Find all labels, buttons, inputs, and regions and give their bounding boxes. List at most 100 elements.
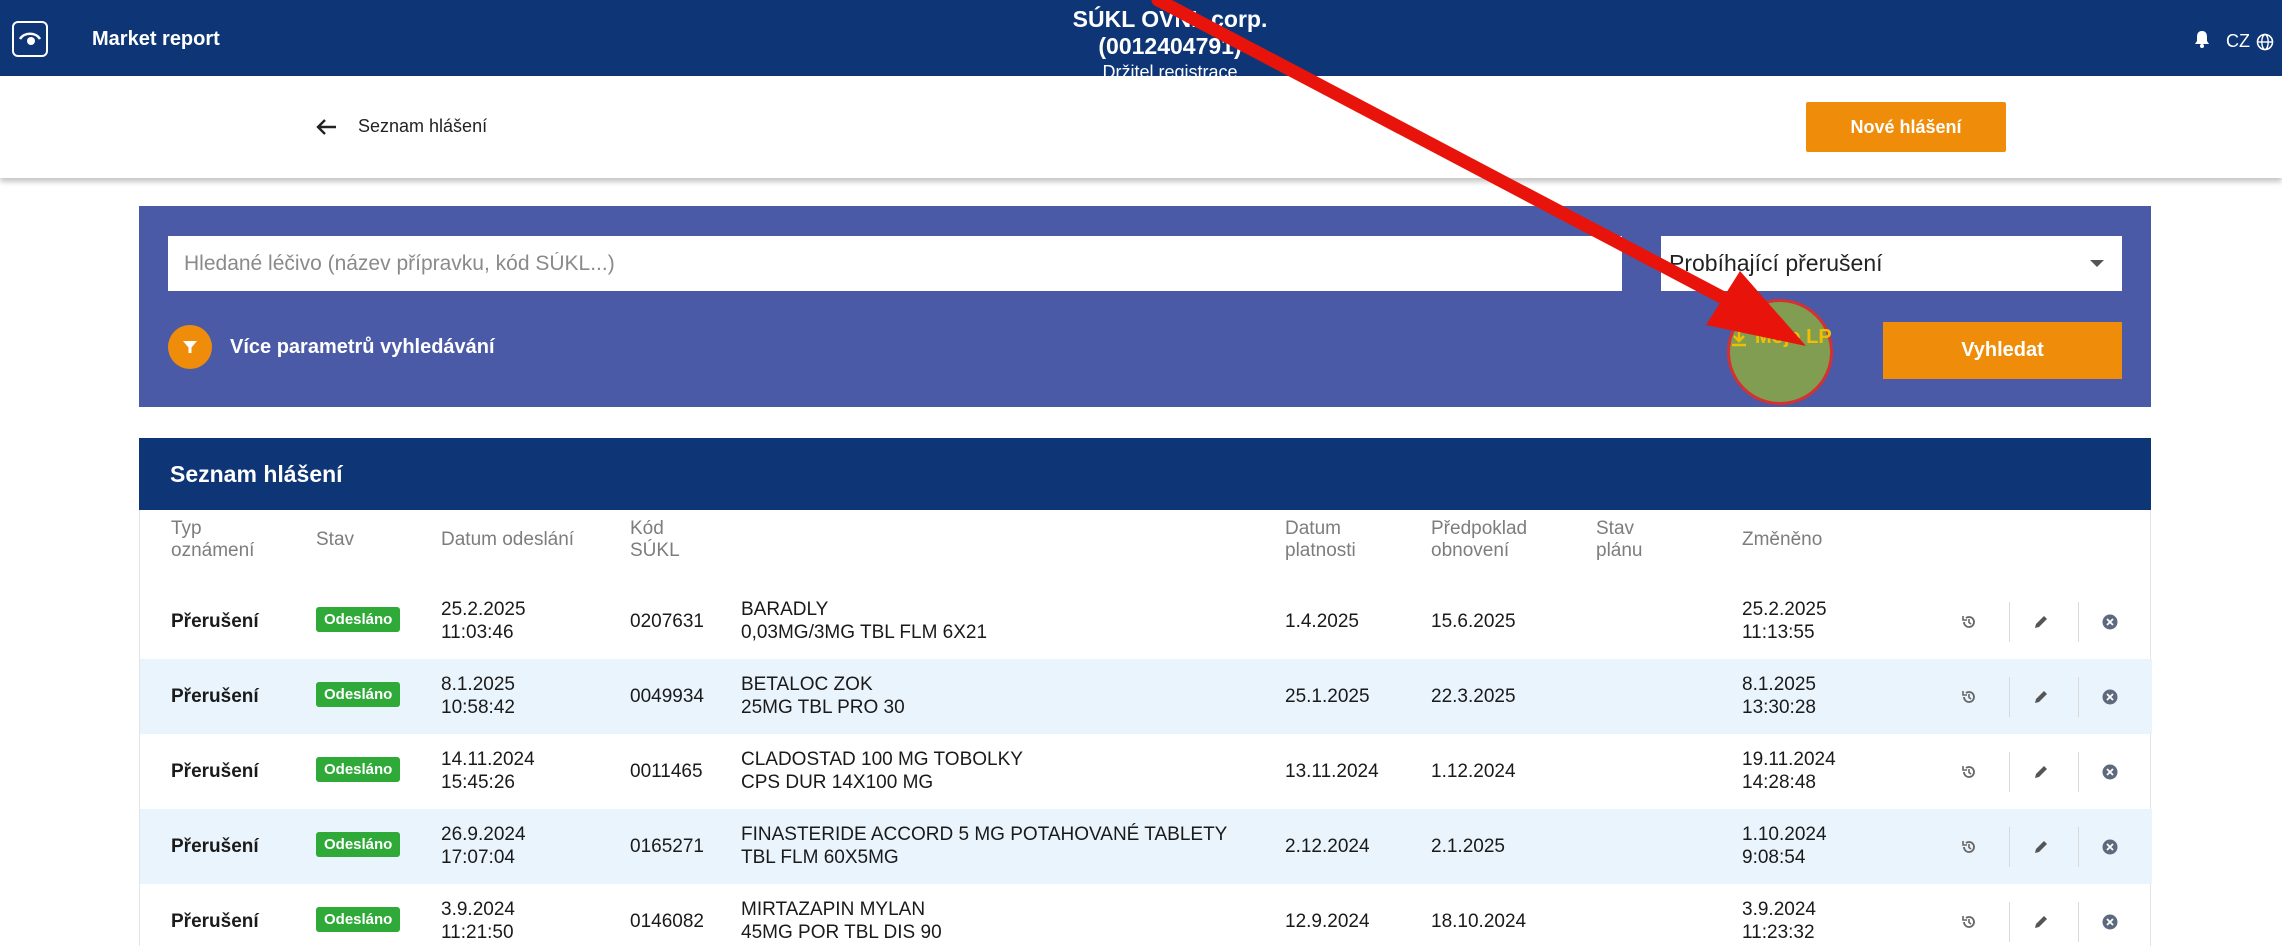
cell-changed: 8.1.2025 13:30:28 — [1742, 674, 1816, 718]
cell-code: 0207631 — [630, 611, 704, 632]
table-row[interactable]: Přerušení Odesláno 14.11.2024 15:45:26 00… — [140, 734, 2152, 809]
cell-medicine: BARADLY 0,03MG/3MG TBL FLM 6X21 — [741, 599, 988, 643]
cell-code: 0165271 — [630, 836, 704, 857]
cell-type: Přerušení — [171, 686, 259, 707]
pencil-icon[interactable] — [2030, 836, 2052, 858]
table-row[interactable]: Přerušení Odesláno 8.1.2025 10:58:42 0049… — [140, 659, 2152, 734]
cell-type: Přerušení — [171, 611, 259, 632]
status-badge: Odesláno — [316, 832, 401, 857]
column-header-valid-date[interactable]: Datum platnosti — [1285, 518, 1356, 562]
cell-changed: 25.2.2025 11:13:55 — [1742, 599, 1827, 643]
cell-valid: 25.1.2025 — [1285, 686, 1370, 707]
action-divider — [2078, 902, 2079, 942]
cell-renewal: 22.3.2025 — [1431, 686, 1516, 707]
status-badge: Odesláno — [316, 907, 401, 932]
organization-info: SÚKL OVNL corp. (0012404791) Držitel reg… — [1000, 6, 1340, 83]
globe-icon — [2256, 33, 2274, 50]
column-header-code[interactable]: Kód SÚKL — [630, 518, 680, 562]
cell-sent: 3.9.2024 11:21:50 — [441, 899, 515, 943]
cell-type: Přerušení — [171, 836, 259, 857]
history-icon[interactable] — [1958, 611, 1980, 633]
cell-sent: 14.11.2024 15:45:26 — [441, 749, 535, 793]
column-header-type[interactable]: Typ oznámení — [171, 518, 254, 562]
cell-medicine: FINASTERIDE ACCORD 5 MG POTAHOVANÉ TABLE… — [741, 824, 1228, 868]
pencil-icon[interactable] — [2030, 611, 2052, 633]
table-row[interactable]: Přerušení Odesláno 25.2.2025 11:03:46 020… — [140, 584, 2152, 659]
cell-code: 0049934 — [630, 686, 704, 707]
eye-logo-icon[interactable] — [12, 21, 48, 57]
report-filter-select[interactable]: Probíhající přerušení — [1661, 236, 2122, 291]
app-title[interactable]: Market report — [92, 28, 220, 51]
action-divider — [2009, 902, 2010, 942]
pencil-icon[interactable] — [2030, 686, 2052, 708]
report-table: Typ oznámení Stav Datum odeslání Kód SÚKL … — [139, 510, 2152, 946]
click-highlight-circle — [1727, 299, 1833, 405]
close-circle-icon[interactable] — [2099, 911, 2121, 933]
my-medicines-export-button[interactable]: Moje LP — [1731, 326, 1832, 349]
status-badge: Odesláno — [316, 682, 401, 707]
language-switcher[interactable]: CZ — [2226, 31, 2274, 52]
history-icon[interactable] — [1958, 761, 1980, 783]
action-divider — [2009, 602, 2010, 642]
column-header-renewal[interactable]: Předpoklad obnovení — [1431, 518, 1527, 562]
cell-renewal: 18.10.2024 — [1431, 911, 1527, 932]
action-divider — [2009, 827, 2010, 867]
report-list: Seznam hlášení Typ oznámení Stav Datum od… — [139, 438, 2152, 946]
close-circle-icon[interactable] — [2099, 836, 2121, 858]
close-circle-icon[interactable] — [2099, 686, 2121, 708]
pencil-icon[interactable] — [2030, 911, 2052, 933]
pencil-icon[interactable] — [2030, 761, 2052, 783]
cell-medicine: MIRTAZAPIN MYLAN 45MG POR TBL DIS 90 — [741, 899, 942, 943]
back-link[interactable]: Seznam hlášení — [316, 116, 487, 137]
cell-code: 0146082 — [630, 911, 704, 932]
top-navigation-bar: Market report SÚKL OVNL corp. (001240479… — [0, 0, 2282, 82]
search-button[interactable]: Vyhledat — [1883, 322, 2122, 379]
cell-renewal: 1.12.2024 — [1431, 761, 1516, 782]
cell-changed: 3.9.2024 11:23:32 — [1742, 899, 1816, 943]
action-divider — [2078, 677, 2079, 717]
cell-sent: 8.1.2025 10:58:42 — [441, 674, 515, 718]
top-right-controls: CZ — [2194, 30, 2274, 53]
page-subheader: Seznam hlášení Nové hlášení — [0, 76, 2282, 178]
search-panel: Probíhající přerušení Více parametrů vyh… — [139, 206, 2151, 407]
action-divider — [2078, 602, 2079, 642]
action-divider — [2078, 752, 2079, 792]
history-icon[interactable] — [1958, 686, 1980, 708]
action-divider — [2078, 827, 2079, 867]
cell-renewal: 2.1.2025 — [1431, 836, 1505, 857]
column-header-plan-status[interactable]: Stav plánu — [1596, 518, 1643, 562]
organization-name: SÚKL OVNL corp. (0012404791) — [1072, 6, 1268, 59]
cell-sent: 26.9.2024 17:07:04 — [441, 824, 526, 868]
cell-valid: 2.12.2024 — [1285, 836, 1370, 857]
back-link-label: Seznam hlášení — [358, 116, 488, 136]
column-header-status[interactable]: Stav — [316, 529, 354, 551]
my-medicines-label: Moje LP — [1755, 326, 1832, 348]
history-icon[interactable] — [1958, 836, 1980, 858]
action-divider — [2009, 752, 2010, 792]
dropdown-caret-icon — [2090, 260, 2104, 267]
cell-type: Přerušení — [171, 761, 259, 782]
cell-valid: 1.4.2025 — [1285, 611, 1359, 632]
history-icon[interactable] — [1958, 911, 1980, 933]
new-report-button[interactable]: Nové hlášení — [1806, 102, 2006, 152]
table-row[interactable]: Přerušení Odesláno 26.9.2024 17:07:04 016… — [140, 809, 2152, 884]
medicine-search-input[interactable] — [168, 236, 1622, 291]
cell-medicine: CLADOSTAD 100 MG TOBOLKY CPS DUR 14X100 M… — [741, 749, 1023, 793]
column-header-sent-date[interactable]: Datum odeslání — [441, 529, 574, 551]
report-filter-value: Probíhající přerušení — [1669, 250, 1883, 276]
status-badge: Odesláno — [316, 757, 401, 782]
more-search-params-toggle[interactable]: Více parametrů vyhledávání — [168, 325, 495, 369]
cell-sent: 25.2.2025 11:03:46 — [441, 599, 526, 643]
close-circle-icon[interactable] — [2099, 761, 2121, 783]
cell-changed: 19.11.2024 14:28:48 — [1742, 749, 1836, 793]
bell-icon[interactable] — [2194, 30, 2210, 53]
cell-renewal: 15.6.2025 — [1431, 611, 1516, 632]
cell-medicine: BETALOC ZOK 25MG TBL PRO 30 — [741, 674, 905, 718]
cell-valid: 13.11.2024 — [1285, 761, 1379, 782]
column-header-changed[interactable]: Změněno — [1742, 529, 1822, 551]
table-row[interactable]: Přerušení Odesláno 3.9.2024 11:21:50 0146… — [140, 884, 2152, 946]
language-code: CZ — [2226, 31, 2250, 51]
status-badge: Odesláno — [316, 607, 401, 632]
cell-valid: 12.9.2024 — [1285, 911, 1370, 932]
close-circle-icon[interactable] — [2099, 611, 2121, 633]
